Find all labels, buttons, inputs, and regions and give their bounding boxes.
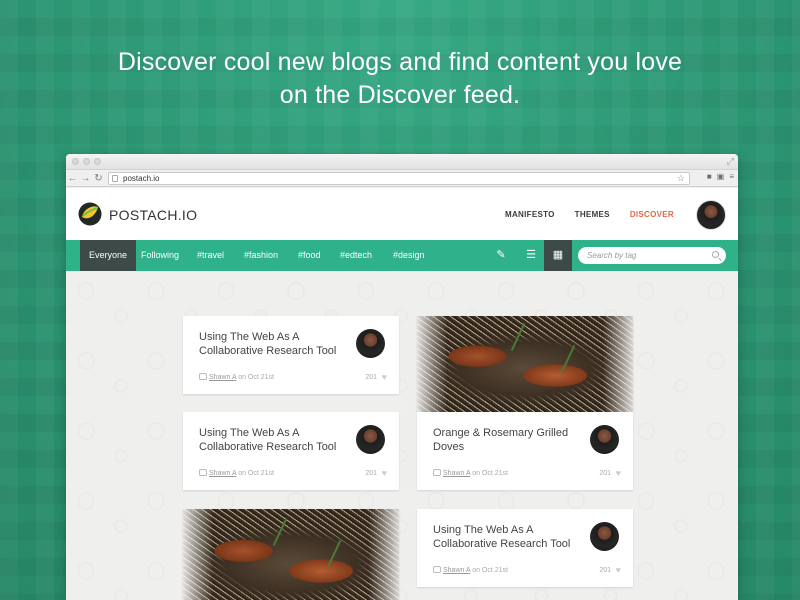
grid-view-icon[interactable]: ▦ xyxy=(544,240,572,271)
tab-fashion[interactable]: #fashion xyxy=(244,240,278,271)
post-date: on Oct 21st xyxy=(472,567,508,574)
url-text: postach.io xyxy=(123,174,160,183)
tab-everyone[interactable]: Everyone xyxy=(80,240,137,271)
post-title[interactable]: Using The Web As A Collaborative Researc… xyxy=(433,523,583,551)
like-count: 201 xyxy=(599,470,611,477)
reload-icon[interactable]: ↻ xyxy=(92,173,105,184)
address-bar[interactable]: postach.io ☆ xyxy=(108,172,690,185)
user-icon xyxy=(199,373,207,380)
back-arrow-icon[interactable]: ← xyxy=(66,173,79,184)
headline-line-1: Discover cool new blogs and find content… xyxy=(117,48,683,76)
tab-edtech[interactable]: #edtech xyxy=(340,240,372,271)
user-avatar[interactable] xyxy=(696,200,726,230)
tab-design[interactable]: #design xyxy=(393,240,425,271)
post-meta: Shawn A on Oct 21st xyxy=(433,469,508,477)
tab-food[interactable]: #food xyxy=(298,240,321,271)
nav-discover[interactable]: DISCOVER xyxy=(630,210,674,219)
food-photo[interactable] xyxy=(183,509,399,600)
post-title[interactable]: Using The Web As A Collaborative Researc… xyxy=(199,330,349,358)
postachio-logo-icon[interactable] xyxy=(78,202,102,226)
post-image-card[interactable] xyxy=(417,316,633,412)
extension-icon-2[interactable]: ▣ xyxy=(717,172,725,181)
post-date: on Oct 21st xyxy=(472,470,508,477)
discover-feed: Using The Web As A Collaborative Researc… xyxy=(66,271,738,600)
search-icon[interactable] xyxy=(712,251,719,258)
close-window-button[interactable] xyxy=(72,158,79,165)
heart-icon[interactable]: ♥ xyxy=(616,468,621,478)
nav-manifesto[interactable]: MANIFESTO xyxy=(505,210,555,219)
zoom-window-button[interactable] xyxy=(94,158,101,165)
food-photo[interactable] xyxy=(417,316,633,412)
tag-search-input[interactable]: Search by tag xyxy=(578,247,726,264)
author-avatar[interactable] xyxy=(356,329,385,358)
post-date: on Oct 21st xyxy=(238,374,274,381)
post-image-card[interactable] xyxy=(183,509,399,600)
post-meta: Shawn A on Oct 21st xyxy=(433,566,508,574)
pencil-icon[interactable]: ✎ xyxy=(487,240,515,271)
menu-icon[interactable]: ≡ xyxy=(729,172,734,181)
author-avatar[interactable] xyxy=(590,522,619,551)
browser-titlebar: ⤢ xyxy=(66,154,738,170)
author-link[interactable]: Shawn A xyxy=(209,374,236,381)
author-link[interactable]: Shawn A xyxy=(443,567,470,574)
site-header: POSTACH.IO MANIFESTO THEMES DISCOVER xyxy=(66,188,738,240)
extension-icon[interactable]: ■ xyxy=(707,172,712,181)
heart-icon[interactable]: ♥ xyxy=(382,468,387,478)
tab-following[interactable]: Following xyxy=(141,240,179,271)
like-count: 201 xyxy=(599,567,611,574)
browser-window: ⤢ ← → ↻ postach.io ☆ ■ ▣ ≡ POSTACH.IO MA… xyxy=(66,154,738,600)
tab-travel[interactable]: #travel xyxy=(197,240,224,271)
post-card[interactable]: Using The Web As A Collaborative Researc… xyxy=(417,509,633,587)
bookmark-star-icon[interactable]: ☆ xyxy=(677,173,685,184)
post-card[interactable]: Using The Web As A Collaborative Researc… xyxy=(183,316,399,394)
search-placeholder: Search by tag xyxy=(587,251,637,260)
forward-arrow-icon[interactable]: → xyxy=(79,173,92,184)
page-icon xyxy=(112,175,118,182)
post-title[interactable]: Using The Web As A Collaborative Researc… xyxy=(199,426,349,454)
author-avatar[interactable] xyxy=(590,425,619,454)
heart-icon[interactable]: ♥ xyxy=(616,565,621,575)
headline: Discover cool new blogs and find content… xyxy=(0,46,800,112)
post-title[interactable]: Orange & Rosemary Grilled Doves xyxy=(433,426,583,454)
post-card[interactable]: Using The Web As A Collaborative Researc… xyxy=(183,412,399,490)
author-link[interactable]: Shawn A xyxy=(209,470,236,477)
user-icon xyxy=(433,469,441,476)
minimize-window-button[interactable] xyxy=(83,158,90,165)
headline-line-2: on the Discover feed. xyxy=(279,81,521,109)
browser-toolbar: ← → ↻ postach.io ☆ ■ ▣ ≡ xyxy=(66,170,738,187)
tag-bar: Everyone Following #travel #fashion #foo… xyxy=(66,240,738,271)
like-count: 201 xyxy=(365,470,377,477)
list-view-icon[interactable]: ☰ xyxy=(517,240,545,271)
user-icon xyxy=(199,469,207,476)
author-link[interactable]: Shawn A xyxy=(443,470,470,477)
nav-themes[interactable]: THEMES xyxy=(575,210,610,219)
user-icon xyxy=(433,566,441,573)
post-meta: Shawn A on Oct 21st xyxy=(199,373,274,381)
like-count: 201 xyxy=(365,374,377,381)
post-date: on Oct 21st xyxy=(238,470,274,477)
author-avatar[interactable] xyxy=(356,425,385,454)
heart-icon[interactable]: ♥ xyxy=(382,372,387,382)
top-nav: MANIFESTO THEMES DISCOVER xyxy=(505,210,674,219)
post-card[interactable]: Orange & Rosemary Grilled Doves Shawn A … xyxy=(417,412,633,490)
fullscreen-icon[interactable]: ⤢ xyxy=(727,156,734,167)
logo-text[interactable]: POSTACH.IO xyxy=(109,207,197,223)
post-meta: Shawn A on Oct 21st xyxy=(199,469,274,477)
